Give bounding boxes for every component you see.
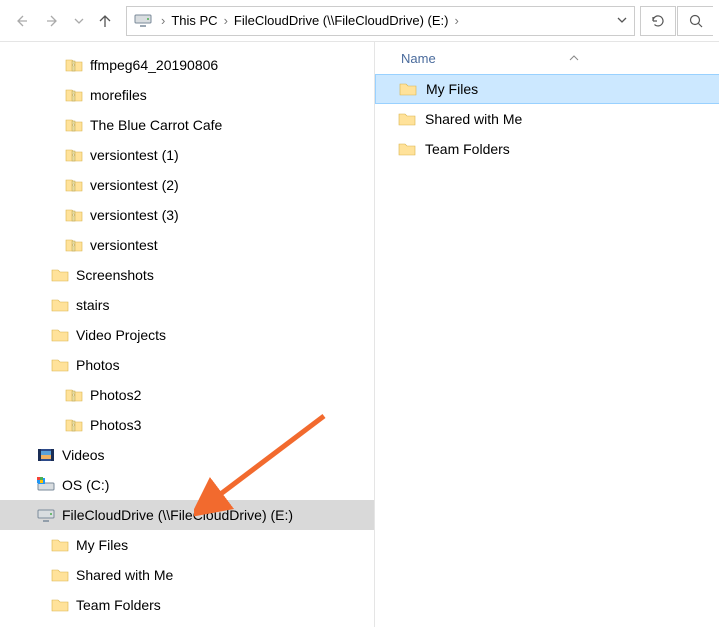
search-icon [688, 13, 704, 29]
forward-button[interactable] [38, 6, 68, 36]
refresh-button[interactable] [640, 6, 676, 36]
zip-icon [64, 415, 84, 435]
tree-item-label: Video Projects [76, 327, 166, 343]
tree-item[interactable]: OS (C:) [0, 470, 374, 500]
tree-item[interactable]: versiontest (2) [0, 170, 374, 200]
recent-dropdown[interactable] [70, 6, 88, 36]
chevron-down-icon [617, 15, 627, 25]
address-bar[interactable]: › This PC › FileCloudDrive (\\FileCloudD… [126, 6, 635, 36]
tree-item[interactable]: stairs [0, 290, 374, 320]
zip-icon [64, 235, 84, 255]
tree-item[interactable]: ffmpeg64_20190806 [0, 50, 374, 80]
up-button[interactable] [90, 6, 120, 36]
tree-item[interactable]: versiontest (3) [0, 200, 374, 230]
chevron-down-icon [74, 16, 84, 26]
folder-icon [397, 109, 417, 129]
zip-icon [64, 175, 84, 195]
tree-item[interactable]: FileCloudDrive (\\FileCloudDrive) (E:) [0, 500, 374, 530]
tree-item-label: morefiles [90, 87, 147, 103]
navigation-tree[interactable]: ffmpeg64_20190806 morefiles The Blue Carro… [0, 42, 374, 627]
tree-item[interactable]: Video Projects [0, 320, 374, 350]
column-label: Name [401, 51, 436, 66]
file-name: Shared with Me [425, 111, 522, 127]
folder-icon [50, 535, 70, 555]
tree-item-label: Team Folders [76, 597, 161, 613]
tree-item[interactable]: Team Folders [0, 590, 374, 620]
tree-item[interactable]: Photos [0, 350, 374, 380]
file-row[interactable]: Shared with Me [375, 104, 719, 134]
zip-icon [64, 205, 84, 225]
arrow-left-icon [13, 13, 29, 29]
tree-item-label: The Blue Carrot Cafe [90, 117, 222, 133]
zip-icon [64, 145, 84, 165]
file-name: My Files [426, 81, 478, 97]
tree-item[interactable]: versiontest (1) [0, 140, 374, 170]
breadcrumb: This PC › FileCloudDrive (\\FileCloudDri… [169, 13, 610, 28]
tree-item[interactable]: Videos [0, 440, 374, 470]
address-dropdown[interactable] [610, 13, 634, 28]
zip-icon [64, 115, 84, 135]
folder-icon [398, 79, 418, 99]
chevron-right-icon: › [157, 13, 169, 28]
tree-item-label: Photos3 [90, 417, 141, 433]
tree-item[interactable]: My Files [0, 530, 374, 560]
tree-item-label: versiontest (1) [90, 147, 179, 163]
tree-item-label: Photos [76, 357, 120, 373]
tree-item[interactable]: morefiles [0, 80, 374, 110]
folder-icon [397, 139, 417, 159]
chevron-right-icon: › [220, 13, 232, 28]
back-button[interactable] [6, 6, 36, 36]
breadcrumb-item[interactable]: FileCloudDrive (\\FileCloudDrive) (E:) [232, 13, 451, 28]
tree-item[interactable]: Shared with Me [0, 560, 374, 590]
file-row[interactable]: Team Folders [375, 134, 719, 164]
arrow-right-icon [45, 13, 61, 29]
tree-item-label: stairs [76, 297, 109, 313]
tree-item-label: Photos2 [90, 387, 141, 403]
tree-item-label: ffmpeg64_20190806 [90, 57, 218, 73]
tree-item[interactable]: Photos2 [0, 380, 374, 410]
drive-net-icon [133, 11, 153, 31]
tree-item-label: versiontest (2) [90, 177, 179, 193]
chevron-right-icon: › [450, 13, 462, 28]
tree-item-label: Shared with Me [76, 567, 173, 583]
folder-icon [50, 355, 70, 375]
refresh-icon [650, 13, 666, 29]
videos-icon [36, 445, 56, 465]
folder-icon [50, 565, 70, 585]
tree-item-label: Screenshots [76, 267, 154, 283]
toolbar: › This PC › FileCloudDrive (\\FileCloudD… [0, 0, 719, 42]
tree-item-label: Videos [62, 447, 105, 463]
tree-item-label: versiontest [90, 237, 158, 253]
tree-item[interactable]: The Blue Carrot Cafe [0, 110, 374, 140]
tree-item-label: OS (C:) [62, 477, 109, 493]
breadcrumb-item[interactable]: This PC [169, 13, 219, 28]
drive-os-icon [36, 475, 56, 495]
zip-icon [64, 55, 84, 75]
zip-icon [64, 385, 84, 405]
tree-item-label: My Files [76, 537, 128, 553]
arrow-up-icon [97, 13, 113, 29]
search-button[interactable] [677, 6, 713, 36]
file-row[interactable]: My Files [375, 74, 719, 104]
folder-icon [50, 295, 70, 315]
tree-item[interactable]: versiontest [0, 230, 374, 260]
folder-icon [50, 325, 70, 345]
tree-item-label: versiontest (3) [90, 207, 179, 223]
tree-item[interactable]: Photos3 [0, 410, 374, 440]
folder-icon [50, 265, 70, 285]
folder-icon [50, 595, 70, 615]
tree-item[interactable]: Screenshots [0, 260, 374, 290]
zip-icon [64, 85, 84, 105]
drive-net-icon [36, 505, 56, 525]
sort-indicator-icon [569, 50, 579, 65]
file-list-pane: Name My Files Shared with Me Team Folders [375, 42, 719, 627]
tree-item-label: FileCloudDrive (\\FileCloudDrive) (E:) [62, 507, 293, 523]
pane-divider[interactable] [374, 42, 375, 627]
column-header-name[interactable]: Name [375, 42, 719, 74]
file-name: Team Folders [425, 141, 510, 157]
